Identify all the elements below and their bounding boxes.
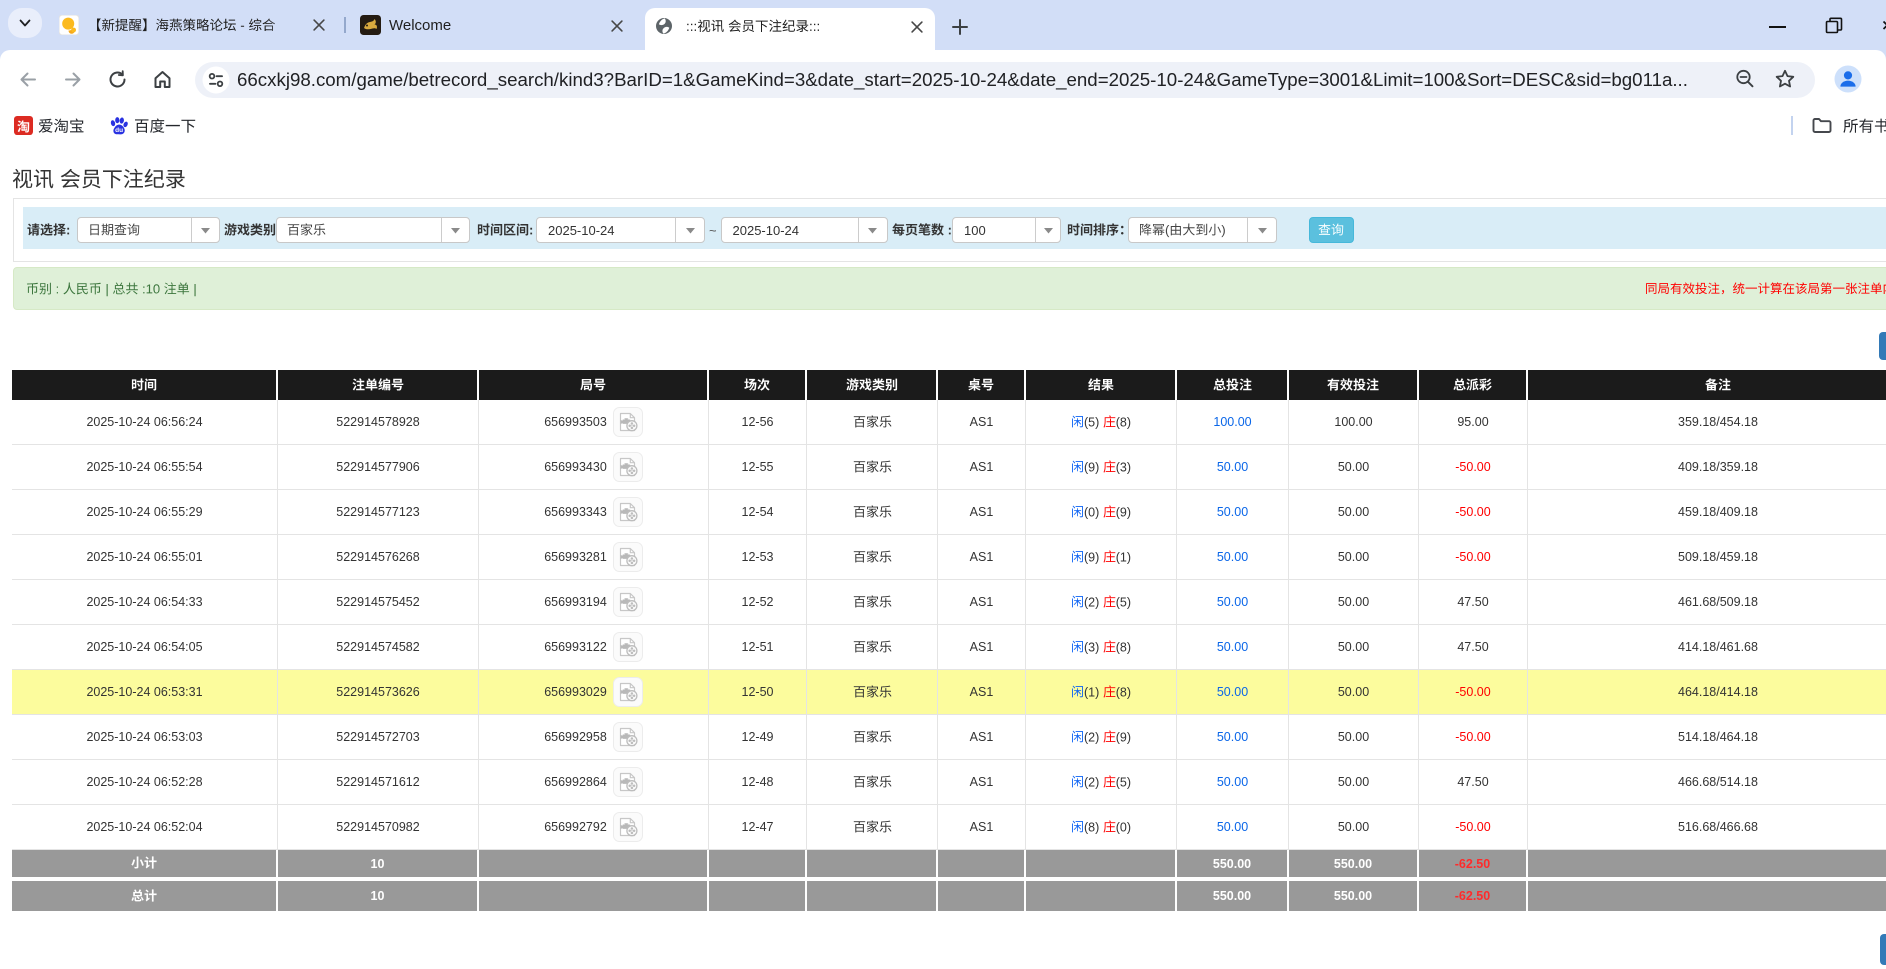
svg-text:du: du [115, 127, 123, 134]
